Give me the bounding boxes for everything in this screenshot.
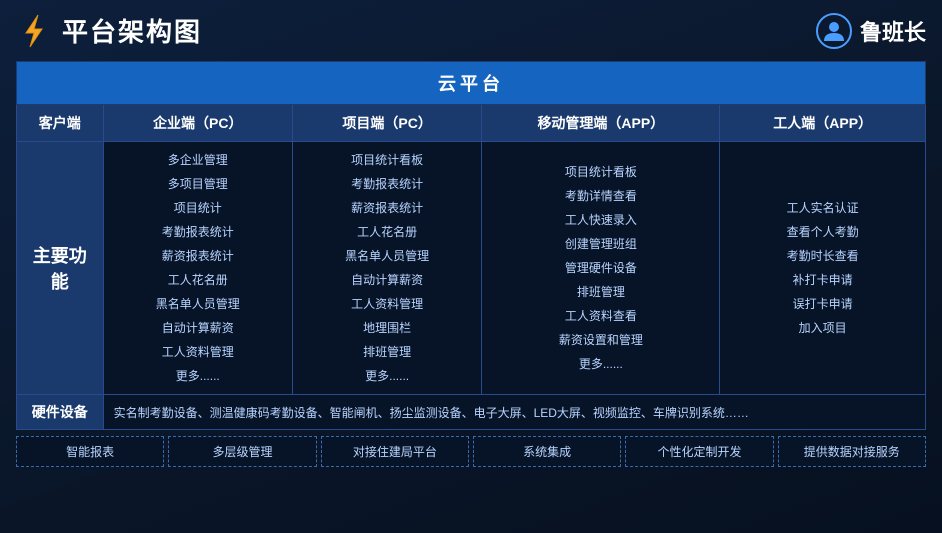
- mobile-item-8: 薪资设置和管理: [490, 328, 711, 352]
- page-wrapper: 平台架构图 鲁班长 云平台 客户端 企业端（PC） 项目端（PC） 移动管理端（…: [0, 0, 942, 533]
- cloud-platform-cell: 云平台: [17, 62, 926, 105]
- hardware-label: 硬件设备: [17, 395, 104, 430]
- enterprise-item-9: 工人资料管理: [112, 340, 284, 364]
- project-item-8: 地理围栏: [301, 316, 473, 340]
- worker-item-1: 工人实名认证: [728, 196, 917, 220]
- project-item-10: 更多......: [301, 364, 473, 388]
- enterprise-item-3: 项目统计: [112, 196, 284, 220]
- worker-item-4: 补打卡申请: [728, 268, 917, 292]
- worker-item-3: 考勤时长查看: [728, 244, 917, 268]
- feature-multilevel: 多层级管理: [168, 436, 316, 467]
- mobile-item-1: 项目统计看板: [490, 160, 711, 184]
- worker-item-5: 误打卡申请: [728, 292, 917, 316]
- worker-app-cell: 工人实名认证 查看个人考勤 考勤时长查看 补打卡申请 误打卡申请 加入项目: [720, 142, 926, 395]
- enterprise-item-5: 薪资报表统计: [112, 244, 284, 268]
- enterprise-item-4: 考勤报表统计: [112, 220, 284, 244]
- mobile-item-9: 更多......: [490, 352, 711, 376]
- hardware-content: 实名制考勤设备、测温健康码考勤设备、智能闸机、扬尘监测设备、电子大屏、LED大屏…: [103, 395, 925, 430]
- feature-platform-connect: 对接住建局平台: [321, 436, 469, 467]
- feature-system-integration: 系统集成: [473, 436, 621, 467]
- project-item-3: 薪资报表统计: [301, 196, 473, 220]
- mobile-item-2: 考勤详情查看: [490, 184, 711, 208]
- enterprise-pc-cell: 多企业管理 多项目管理 项目统计 考勤报表统计 薪资报表统计 工人花名册 黑名单…: [103, 142, 292, 395]
- project-pc-cell: 项目统计看板 考勤报表统计 薪资报表统计 工人花名册 黑名单人员管理 自动计算薪…: [292, 142, 481, 395]
- mobile-item-4: 创建管理班组: [490, 232, 711, 256]
- main-functions-row: 主要功能 多企业管理 多项目管理 项目统计 考勤报表统计 薪资报表统计 工人花名…: [17, 142, 926, 395]
- project-item-2: 考勤报表统计: [301, 172, 473, 196]
- mobile-item-5: 管理硬件设备: [490, 256, 711, 280]
- brand-name: 鲁班长: [860, 15, 926, 47]
- col-header-project: 项目端（PC）: [292, 105, 481, 142]
- col-header-enterprise: 企业端（PC）: [103, 105, 292, 142]
- page-title: 平台架构图: [62, 12, 202, 49]
- brand-icon: [816, 13, 852, 49]
- project-item-7: 工人资料管理: [301, 292, 473, 316]
- hardware-row: 硬件设备 实名制考勤设备、测温健康码考勤设备、智能闸机、扬尘监测设备、电子大屏、…: [17, 395, 926, 430]
- header-left: 平台架构图: [16, 12, 202, 49]
- worker-item-6: 加入项目: [728, 316, 917, 340]
- main-func-label: 主要功能: [17, 142, 104, 395]
- enterprise-item-7: 黑名单人员管理: [112, 292, 284, 316]
- header: 平台架构图 鲁班长: [16, 12, 926, 49]
- architecture-table: 云平台 客户端 企业端（PC） 项目端（PC） 移动管理端（APP） 工人端（A…: [16, 61, 926, 430]
- mobile-app-cell: 项目统计看板 考勤详情查看 工人快速录入 创建管理班组 管理硬件设备 排班管理 …: [482, 142, 720, 395]
- enterprise-item-1: 多企业管理: [112, 148, 284, 172]
- col-header-row: 客户端 企业端（PC） 项目端（PC） 移动管理端（APP） 工人端（APP）: [17, 105, 926, 142]
- logo-icon: [16, 13, 52, 49]
- features-row: 智能报表 多层级管理 对接住建局平台 系统集成 个性化定制开发 提供数据对接服务: [16, 436, 926, 467]
- project-item-4: 工人花名册: [301, 220, 473, 244]
- project-item-6: 自动计算薪资: [301, 268, 473, 292]
- worker-item-2: 查看个人考勤: [728, 220, 917, 244]
- col-header-worker: 工人端（APP）: [720, 105, 926, 142]
- mobile-item-6: 排班管理: [490, 280, 711, 304]
- project-item-1: 项目统计看板: [301, 148, 473, 172]
- brand-logo: 鲁班长: [816, 13, 926, 49]
- enterprise-item-6: 工人花名册: [112, 268, 284, 292]
- feature-data-service: 提供数据对接服务: [778, 436, 926, 467]
- feature-smart-report: 智能报表: [16, 436, 164, 467]
- project-item-9: 排班管理: [301, 340, 473, 364]
- project-item-5: 黑名单人员管理: [301, 244, 473, 268]
- col-header-client: 客户端: [17, 105, 104, 142]
- enterprise-item-10: 更多......: [112, 364, 284, 388]
- cloud-row: 云平台: [17, 62, 926, 105]
- col-header-mobile: 移动管理端（APP）: [482, 105, 720, 142]
- mobile-item-3: 工人快速录入: [490, 208, 711, 232]
- enterprise-item-8: 自动计算薪资: [112, 316, 284, 340]
- enterprise-item-2: 多项目管理: [112, 172, 284, 196]
- mobile-item-7: 工人资料查看: [490, 304, 711, 328]
- feature-custom-dev: 个性化定制开发: [625, 436, 773, 467]
